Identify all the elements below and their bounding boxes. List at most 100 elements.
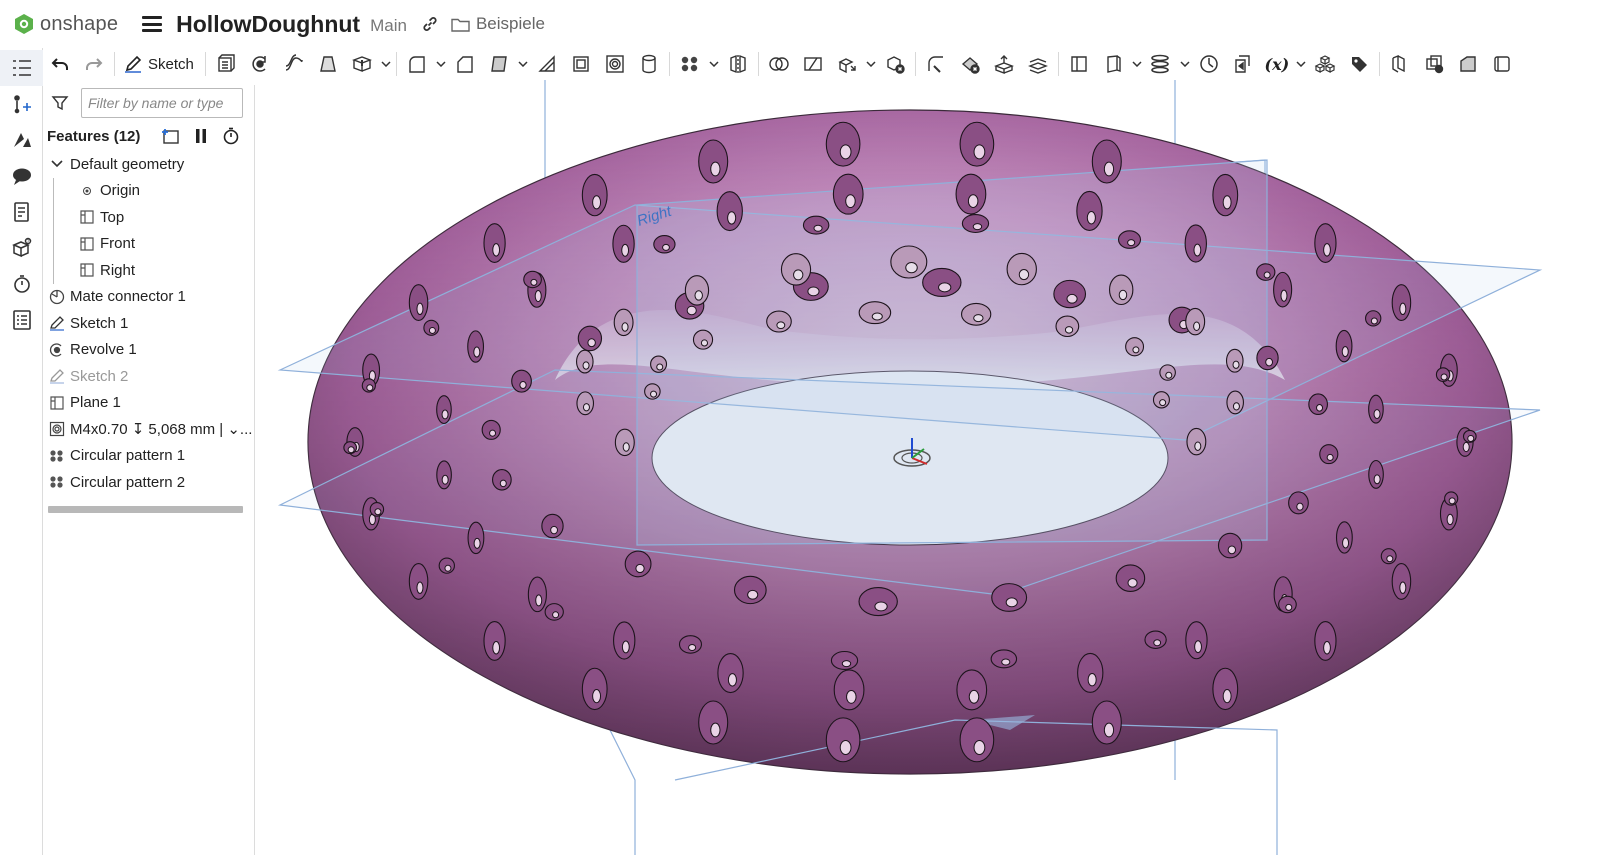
- countersink-hole[interactable]: [511, 369, 532, 393]
- countersink-hole[interactable]: [959, 121, 995, 167]
- configurations-button[interactable]: [1308, 49, 1342, 79]
- countersink-hole[interactable]: [483, 223, 506, 264]
- flange-button[interactable]: [1417, 49, 1451, 79]
- tree-item-circular-pattern-1[interactable]: Circular pattern 1: [43, 443, 254, 470]
- countersink-hole[interactable]: [408, 284, 429, 322]
- countersink-hole[interactable]: [858, 587, 898, 617]
- history-button[interactable]: [0, 266, 43, 302]
- thicken-button[interactable]: [345, 49, 379, 79]
- countersink-hole[interactable]: [858, 301, 892, 325]
- countersink-hole[interactable]: [1217, 532, 1243, 559]
- feature-list-button[interactable]: [0, 50, 43, 86]
- countersink-hole[interactable]: [922, 267, 962, 297]
- tree-item-sketch-1[interactable]: Sketch 1: [43, 310, 254, 337]
- countersink-hole[interactable]: [467, 521, 485, 555]
- helix-dropdown[interactable]: [1178, 49, 1192, 79]
- tree-item-revolve-1[interactable]: Revolve 1: [43, 337, 254, 364]
- countersink-hole[interactable]: [733, 575, 767, 605]
- sweep-button[interactable]: [277, 49, 311, 79]
- tree-item-circular-pattern-2[interactable]: Circular pattern 2: [43, 469, 254, 496]
- countersink-hole[interactable]: [1391, 562, 1412, 600]
- countersink-hole[interactable]: [483, 620, 506, 661]
- countersink-hole[interactable]: [833, 669, 865, 711]
- countersink-hole[interactable]: [1077, 652, 1104, 693]
- countersink-hole[interactable]: [1273, 271, 1293, 308]
- countersink-hole[interactable]: [959, 717, 995, 763]
- more-features-dropdown[interactable]: [379, 49, 393, 79]
- variable-button[interactable]: (x): [1260, 49, 1294, 79]
- sketch-button[interactable]: Sketch: [118, 49, 202, 79]
- countersink-hole[interactable]: [1391, 284, 1412, 322]
- onshape-logo[interactable]: onshape: [14, 13, 118, 36]
- loft-button[interactable]: [311, 49, 345, 79]
- countersink-hole[interactable]: [717, 653, 744, 694]
- countersink-hole[interactable]: [1053, 279, 1087, 309]
- mate-connector-button[interactable]: [1096, 49, 1130, 79]
- delete-face-button[interactable]: [953, 49, 987, 79]
- draft-dropdown[interactable]: [516, 49, 530, 79]
- modify-fillet-button[interactable]: [919, 49, 953, 79]
- tree-item-front[interactable]: Front: [53, 230, 254, 257]
- countersink-hole[interactable]: [1335, 329, 1353, 363]
- countersink-hole[interactable]: [1212, 667, 1239, 711]
- countersink-hole[interactable]: [825, 717, 861, 763]
- transform-button[interactable]: [830, 49, 864, 79]
- redo-button[interactable]: [77, 49, 111, 79]
- countersink-hole[interactable]: [624, 550, 652, 578]
- revolve-button[interactable]: [243, 49, 277, 79]
- countersink-hole[interactable]: [613, 308, 634, 337]
- tree-item-origin[interactable]: Origin: [53, 177, 254, 204]
- countersink-hole[interactable]: [890, 245, 928, 279]
- countersink-hole[interactable]: [1185, 621, 1208, 660]
- countersink-hole[interactable]: [577, 325, 603, 352]
- countersink-hole[interactable]: [1108, 274, 1134, 306]
- checklist-button[interactable]: [0, 302, 43, 338]
- helix-button[interactable]: [1144, 49, 1178, 79]
- chevron-down-icon[interactable]: [48, 155, 66, 173]
- boolean-button[interactable]: [762, 49, 796, 79]
- countersink-hole[interactable]: [467, 330, 485, 363]
- countersink-hole[interactable]: [1335, 521, 1353, 554]
- fillet-button[interactable]: [400, 49, 434, 79]
- pause-icon[interactable]: [194, 128, 208, 144]
- tree-item-default-geometry[interactable]: Default geometry: [43, 151, 254, 178]
- chamfer-button[interactable]: [448, 49, 482, 79]
- tree-item-top[interactable]: Top: [53, 204, 254, 231]
- variable-dropdown[interactable]: [1294, 49, 1308, 79]
- comments-button[interactable]: [0, 158, 43, 194]
- plane-button[interactable]: [1062, 49, 1096, 79]
- hole-button[interactable]: [598, 49, 632, 79]
- countersink-hole[interactable]: [1185, 307, 1206, 336]
- branch-label[interactable]: Main: [370, 16, 407, 36]
- countersink-hole[interactable]: [581, 667, 608, 711]
- countersink-hole[interactable]: [1314, 620, 1337, 661]
- menu-icon[interactable]: [142, 16, 163, 32]
- fillet-dropdown[interactable]: [434, 49, 448, 79]
- document-title[interactable]: HollowDoughnut: [176, 11, 360, 38]
- countersink-hole[interactable]: [1186, 427, 1207, 456]
- countersink-hole[interactable]: [1115, 564, 1146, 593]
- countersink-hole[interactable]: [1076, 190, 1103, 231]
- countersink-hole[interactable]: [825, 121, 861, 167]
- move-face-button[interactable]: [987, 49, 1021, 79]
- mate-connector-dropdown[interactable]: [1130, 49, 1144, 79]
- horizontal-scrollbar[interactable]: [48, 505, 243, 513]
- insert-part-button[interactable]: ?: [0, 230, 43, 266]
- tag-button[interactable]: [1342, 49, 1376, 79]
- pattern-dropdown[interactable]: [707, 49, 721, 79]
- countersink-hole[interactable]: [576, 391, 595, 416]
- countersink-hole[interactable]: [1091, 700, 1122, 745]
- release-notes-button[interactable]: [0, 194, 43, 230]
- countersink-hole[interactable]: [1091, 139, 1122, 184]
- graphics-viewport[interactable]: Right: [255, 80, 1607, 855]
- countersink-hole[interactable]: [1212, 173, 1239, 217]
- countersink-hole[interactable]: [613, 621, 636, 660]
- folder-breadcrumb[interactable]: Beispiele: [451, 14, 545, 34]
- countersink-hole[interactable]: [955, 173, 987, 215]
- rib-button[interactable]: [530, 49, 564, 79]
- derived-button[interactable]: [1226, 49, 1260, 79]
- split-button[interactable]: [796, 49, 830, 79]
- countersink-hole[interactable]: [1368, 459, 1384, 489]
- filter-input[interactable]: [81, 88, 243, 118]
- countersink-hole[interactable]: [1055, 315, 1080, 338]
